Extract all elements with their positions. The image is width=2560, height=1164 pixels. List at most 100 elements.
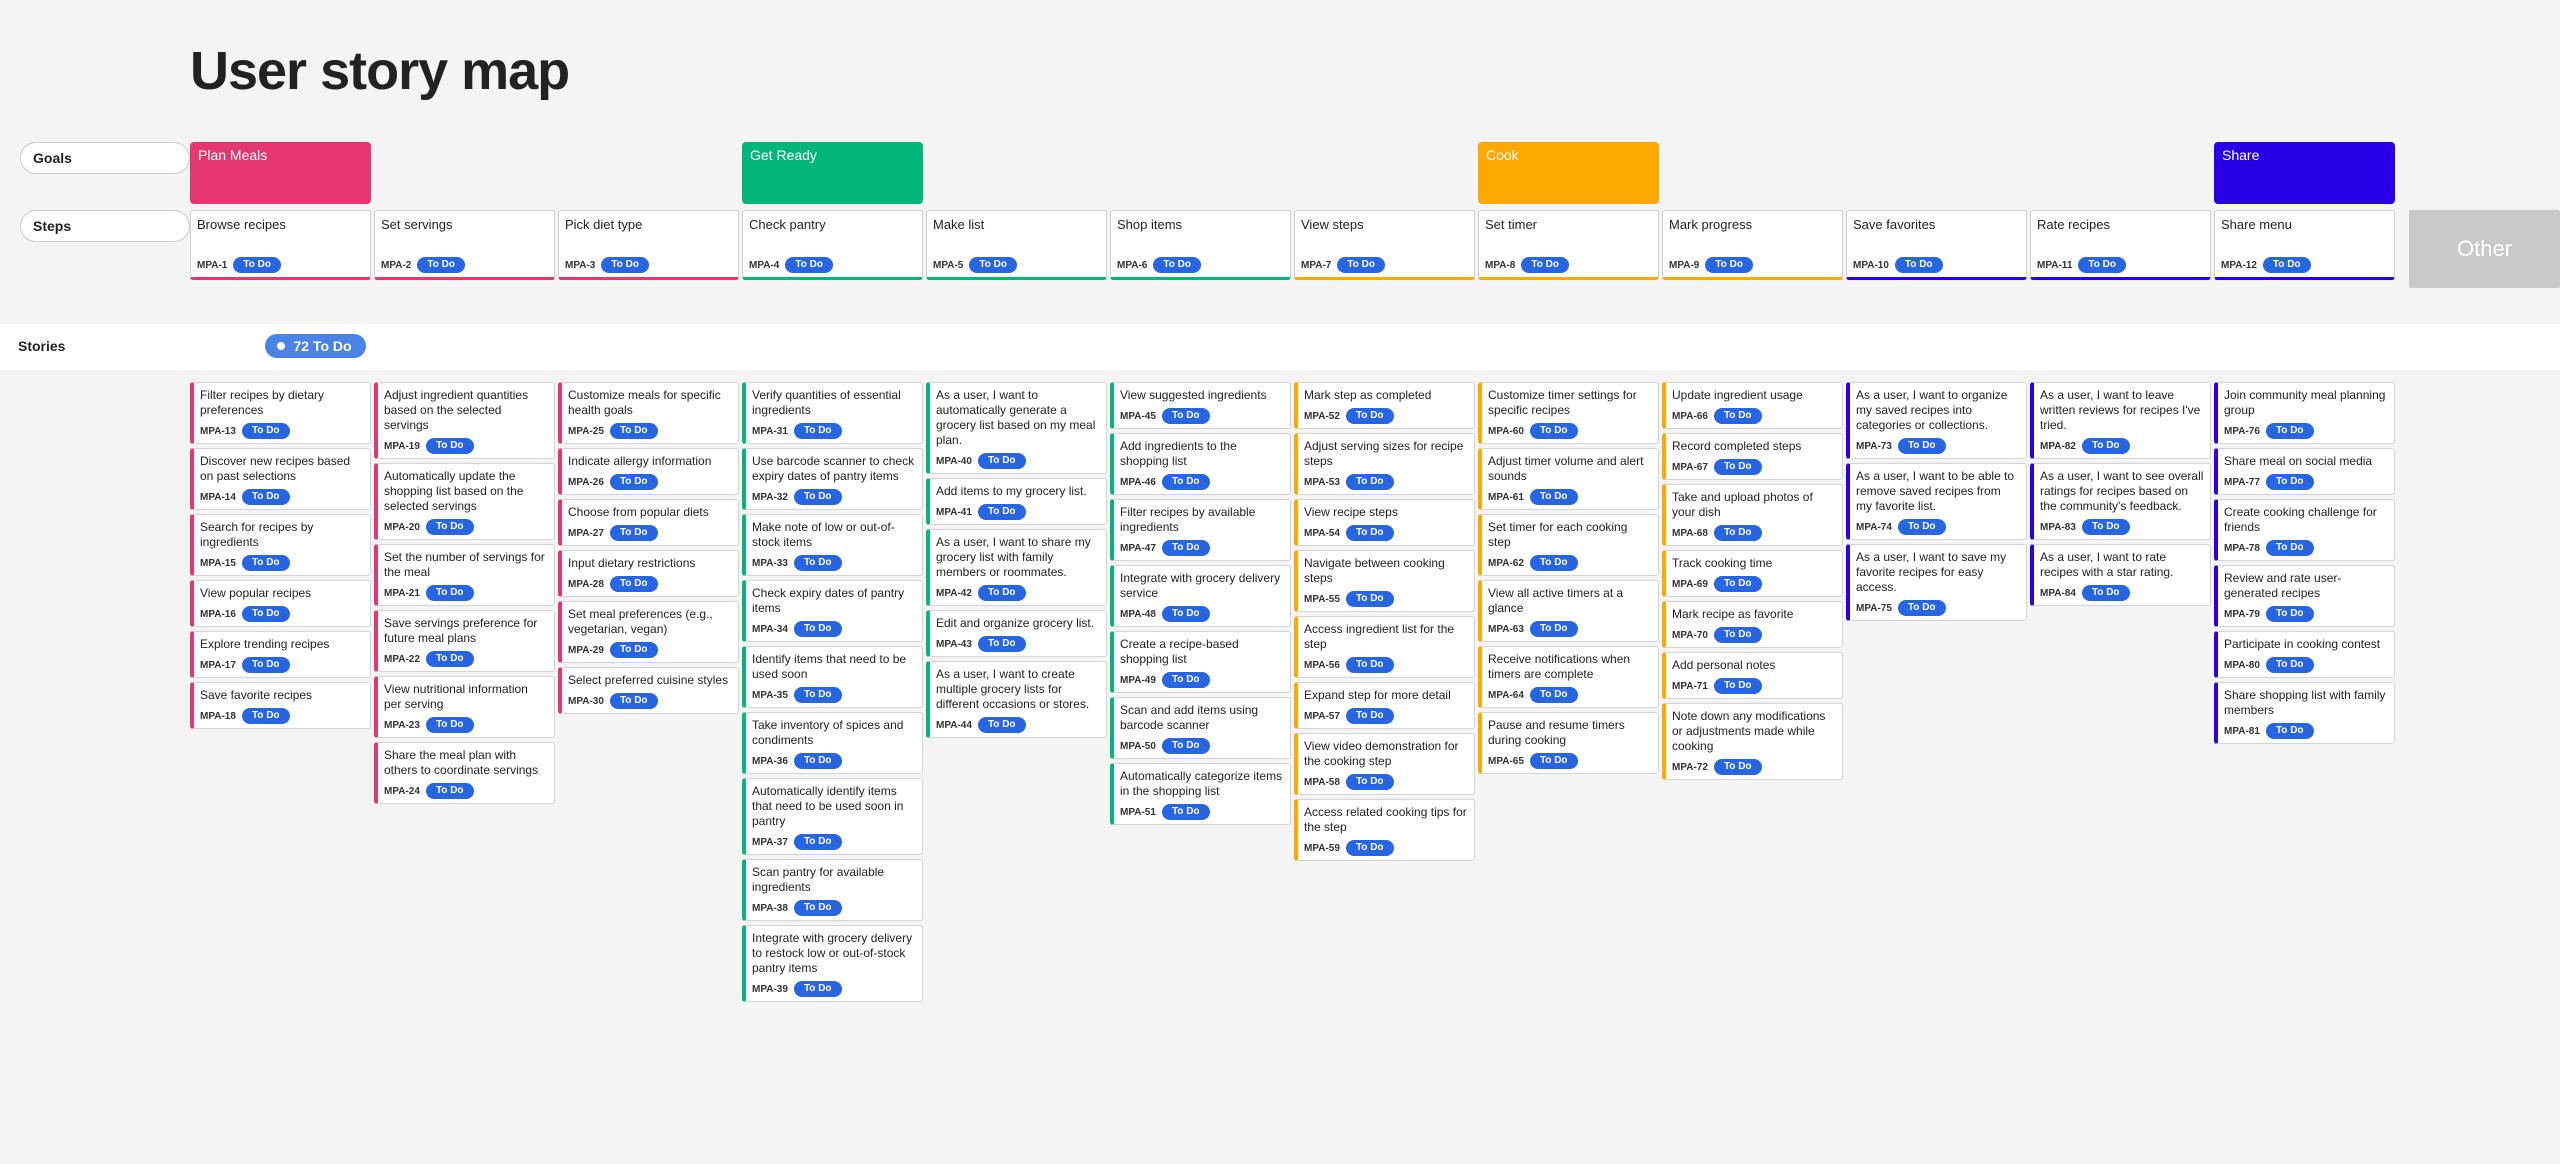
step-card[interactable]: Rate recipesMPA-11To Do: [2030, 210, 2211, 280]
goal-card[interactable]: Share: [2214, 142, 2395, 204]
story-card[interactable]: Share the meal plan with others to coord…: [374, 742, 555, 804]
status-lozenge[interactable]: To Do: [610, 423, 658, 439]
status-lozenge[interactable]: To Do: [1714, 459, 1762, 475]
status-lozenge[interactable]: To Do: [610, 693, 658, 709]
status-lozenge[interactable]: To Do: [2266, 474, 2314, 490]
story-card[interactable]: Set meal preferences (e.g., vegetarian, …: [558, 601, 739, 663]
status-lozenge[interactable]: To Do: [978, 636, 1026, 652]
status-lozenge[interactable]: To Do: [1895, 257, 1943, 273]
story-card[interactable]: Take inventory of spices and condimentsM…: [742, 712, 923, 774]
status-lozenge[interactable]: To Do: [794, 555, 842, 571]
status-lozenge[interactable]: To Do: [1521, 257, 1569, 273]
status-lozenge[interactable]: To Do: [2266, 540, 2314, 556]
status-lozenge[interactable]: To Do: [242, 657, 290, 673]
status-lozenge[interactable]: To Do: [2078, 257, 2126, 273]
story-card[interactable]: Select preferred cuisine stylesMPA-30To …: [558, 667, 739, 714]
story-card[interactable]: Integrate with grocery delivery to resto…: [742, 925, 923, 1002]
status-lozenge[interactable]: To Do: [1346, 657, 1394, 673]
story-card[interactable]: Share shopping list with family membersM…: [2214, 682, 2395, 744]
story-card[interactable]: Set timer for each cooking stepMPA-62To …: [1478, 514, 1659, 576]
status-lozenge[interactable]: To Do: [794, 834, 842, 850]
story-card[interactable]: Expand step for more detailMPA-57To Do: [1294, 682, 1475, 729]
step-card[interactable]: Shop itemsMPA-6To Do: [1110, 210, 1291, 280]
story-card[interactable]: View suggested ingredientsMPA-45To Do: [1110, 382, 1291, 429]
status-lozenge[interactable]: To Do: [1714, 576, 1762, 592]
status-lozenge[interactable]: To Do: [2266, 606, 2314, 622]
story-card[interactable]: As a user, I want to save my favorite re…: [1846, 544, 2027, 621]
status-lozenge[interactable]: To Do: [610, 474, 658, 490]
goal-card[interactable]: Cook: [1478, 142, 1659, 204]
story-card[interactable]: As a user, I want to share my grocery li…: [926, 529, 1107, 606]
status-lozenge[interactable]: To Do: [1337, 257, 1385, 273]
status-lozenge[interactable]: To Do: [1714, 678, 1762, 694]
status-lozenge[interactable]: To Do: [785, 257, 833, 273]
story-card[interactable]: Automatically identify items that need t…: [742, 778, 923, 855]
status-lozenge[interactable]: To Do: [242, 708, 290, 724]
story-card[interactable]: Share meal on social mediaMPA-77To Do: [2214, 448, 2395, 495]
story-card[interactable]: Integrate with grocery delivery serviceM…: [1110, 565, 1291, 627]
status-lozenge[interactable]: To Do: [794, 687, 842, 703]
story-card[interactable]: Participate in cooking contestMPA-80To D…: [2214, 631, 2395, 678]
status-lozenge[interactable]: To Do: [1714, 759, 1762, 775]
story-card[interactable]: View video demonstration for the cooking…: [1294, 733, 1475, 795]
story-card[interactable]: Save favorite recipesMPA-18To Do: [190, 682, 371, 729]
story-card[interactable]: As a user, I want to rate recipes with a…: [2030, 544, 2211, 606]
status-lozenge[interactable]: To Do: [978, 504, 1026, 520]
story-card[interactable]: As a user, I want to automatically gener…: [926, 382, 1107, 474]
story-card[interactable]: Indicate allergy informationMPA-26To Do: [558, 448, 739, 495]
goal-card[interactable]: Plan Meals: [190, 142, 371, 204]
story-card[interactable]: Scan pantry for available ingredientsMPA…: [742, 859, 923, 921]
status-lozenge[interactable]: To Do: [1162, 606, 1210, 622]
story-card[interactable]: Note down any modifications or adjustmen…: [1662, 703, 1843, 780]
story-card[interactable]: Filter recipes by dietary preferencesMPA…: [190, 382, 371, 444]
status-lozenge[interactable]: To Do: [1714, 525, 1762, 541]
story-card[interactable]: Receive notifications when timers are co…: [1478, 646, 1659, 708]
status-lozenge[interactable]: To Do: [242, 423, 290, 439]
status-lozenge[interactable]: To Do: [969, 257, 1017, 273]
status-lozenge[interactable]: To Do: [426, 438, 474, 454]
story-card[interactable]: As a user, I want to be able to remove s…: [1846, 463, 2027, 540]
status-lozenge[interactable]: To Do: [1162, 474, 1210, 490]
status-lozenge[interactable]: To Do: [610, 525, 658, 541]
step-card[interactable]: Save favoritesMPA-10To Do: [1846, 210, 2027, 280]
status-lozenge[interactable]: To Do: [1530, 555, 1578, 571]
status-lozenge[interactable]: To Do: [601, 257, 649, 273]
status-lozenge[interactable]: To Do: [1898, 519, 1946, 535]
status-lozenge[interactable]: To Do: [1153, 257, 1201, 273]
status-lozenge[interactable]: To Do: [610, 642, 658, 658]
story-card[interactable]: Automatically categorize items in the sh…: [1110, 763, 1291, 825]
status-lozenge[interactable]: To Do: [794, 489, 842, 505]
status-lozenge[interactable]: To Do: [242, 555, 290, 571]
goal-card[interactable]: Get Ready: [742, 142, 923, 204]
status-lozenge[interactable]: To Do: [794, 981, 842, 997]
status-lozenge[interactable]: To Do: [794, 423, 842, 439]
step-card[interactable]: Set timerMPA-8To Do: [1478, 210, 1659, 280]
todo-count-chip[interactable]: 72 To Do: [265, 334, 365, 358]
step-card[interactable]: Browse recipesMPA-1To Do: [190, 210, 371, 280]
story-card[interactable]: As a user, I want to see overall ratings…: [2030, 463, 2211, 540]
status-lozenge[interactable]: To Do: [242, 489, 290, 505]
story-card[interactable]: As a user, I want to leave written revie…: [2030, 382, 2211, 459]
story-card[interactable]: Edit and organize grocery list.MPA-43To …: [926, 610, 1107, 657]
status-lozenge[interactable]: To Do: [794, 621, 842, 637]
story-card[interactable]: Take and upload photos of your dishMPA-6…: [1662, 484, 1843, 546]
story-card[interactable]: Make note of low or out-of-stock itemsMP…: [742, 514, 923, 576]
story-card[interactable]: View all active timers at a glanceMPA-63…: [1478, 580, 1659, 642]
other-step-placeholder[interactable]: Other: [2409, 210, 2560, 288]
story-card[interactable]: Customize meals for specific health goal…: [558, 382, 739, 444]
step-card[interactable]: Check pantryMPA-4To Do: [742, 210, 923, 280]
story-card[interactable]: Access ingredient list for the stepMPA-5…: [1294, 616, 1475, 678]
status-lozenge[interactable]: To Do: [1530, 423, 1578, 439]
status-lozenge[interactable]: To Do: [1162, 408, 1210, 424]
status-lozenge[interactable]: To Do: [2082, 585, 2130, 601]
status-lozenge[interactable]: To Do: [426, 651, 474, 667]
story-card[interactable]: Record completed stepsMPA-67To Do: [1662, 433, 1843, 480]
story-card[interactable]: View popular recipesMPA-16To Do: [190, 580, 371, 627]
status-lozenge[interactable]: To Do: [233, 257, 281, 273]
status-lozenge[interactable]: To Do: [794, 900, 842, 916]
step-card[interactable]: Make listMPA-5To Do: [926, 210, 1107, 280]
status-lozenge[interactable]: To Do: [1346, 408, 1394, 424]
story-card[interactable]: Choose from popular dietsMPA-27To Do: [558, 499, 739, 546]
story-card[interactable]: Search for recipes by ingredientsMPA-15T…: [190, 514, 371, 576]
story-card[interactable]: Create cooking challenge for friendsMPA-…: [2214, 499, 2395, 561]
